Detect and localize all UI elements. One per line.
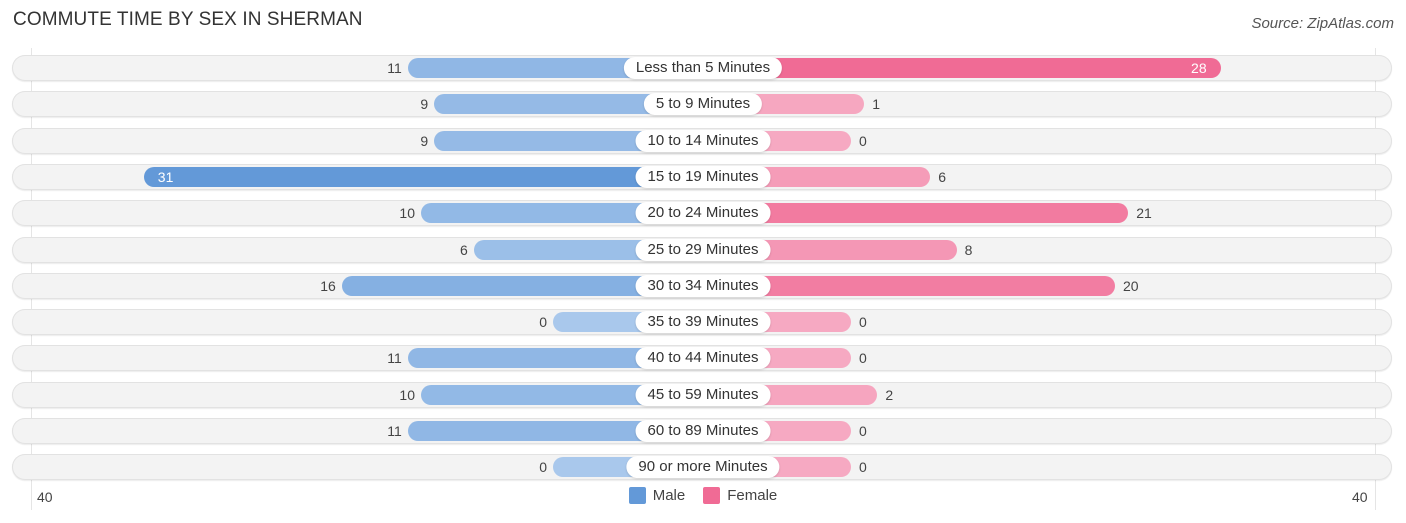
chart: COMMUTE TIME BY SEX IN SHERMAN Source: Z… xyxy=(0,0,1406,523)
value-label-male: 10 xyxy=(399,386,415,403)
value-label-female: 1 xyxy=(872,96,880,113)
value-label-female: 0 xyxy=(859,459,867,476)
source-label: Source: ZipAtlas.com xyxy=(1251,15,1394,32)
chart-title: COMMUTE TIME BY SEX IN SHERMAN xyxy=(13,9,363,30)
value-label-male: 31 xyxy=(157,168,174,185)
value-label-male: 11 xyxy=(387,60,402,76)
category-label: 35 to 39 Minutes xyxy=(635,311,771,334)
legend-swatch-female xyxy=(703,487,721,504)
value-label-female: 0 xyxy=(859,350,867,367)
value-label-male: 0 xyxy=(539,459,547,476)
bar-male[interactable] xyxy=(143,166,703,187)
value-label-female: 28 xyxy=(1191,60,1207,76)
category-label: 40 to 44 Minutes xyxy=(635,347,771,370)
category-label: 10 to 14 Minutes xyxy=(635,129,771,152)
value-label-male: 10 xyxy=(399,205,415,222)
value-label-female: 6 xyxy=(938,168,946,185)
value-label-male: 0 xyxy=(539,314,547,331)
category-label: 90 or more Minutes xyxy=(626,456,780,479)
value-label-male: 9 xyxy=(420,132,429,149)
legend-label-male: Male xyxy=(652,487,686,504)
legend-item-female[interactable]: Female xyxy=(703,487,777,504)
value-label-female: 0 xyxy=(859,314,867,331)
value-label-female: 8 xyxy=(964,241,973,258)
category-label: 20 to 24 Minutes xyxy=(635,202,771,225)
legend: Male Female xyxy=(0,487,1406,504)
category-label: 15 to 19 Minutes xyxy=(635,165,771,188)
legend-swatch-male xyxy=(628,487,646,504)
category-label: 60 to 89 Minutes xyxy=(635,420,771,442)
value-label-female: 0 xyxy=(859,423,867,439)
value-label-female: 2 xyxy=(885,386,894,403)
category-label: 5 to 9 Minutes xyxy=(643,93,763,116)
legend-label-female: Female xyxy=(727,487,778,504)
category-label: 45 to 59 Minutes xyxy=(635,383,771,406)
value-label-male: 9 xyxy=(420,96,429,113)
value-label-female: 0 xyxy=(859,132,867,149)
legend-item-male[interactable]: Male xyxy=(628,487,686,504)
value-label-male: 6 xyxy=(460,241,468,258)
value-label-male: 11 xyxy=(387,423,402,439)
value-label-male: 11 xyxy=(387,350,402,367)
category-label: 25 to 29 Minutes xyxy=(635,238,771,261)
category-label: 30 to 34 Minutes xyxy=(635,274,771,297)
value-label-female: 20 xyxy=(1123,277,1139,294)
category-label: Less than 5 Minutes xyxy=(623,57,783,79)
value-label-male: 16 xyxy=(320,277,336,294)
value-label-female: 21 xyxy=(1136,205,1152,222)
